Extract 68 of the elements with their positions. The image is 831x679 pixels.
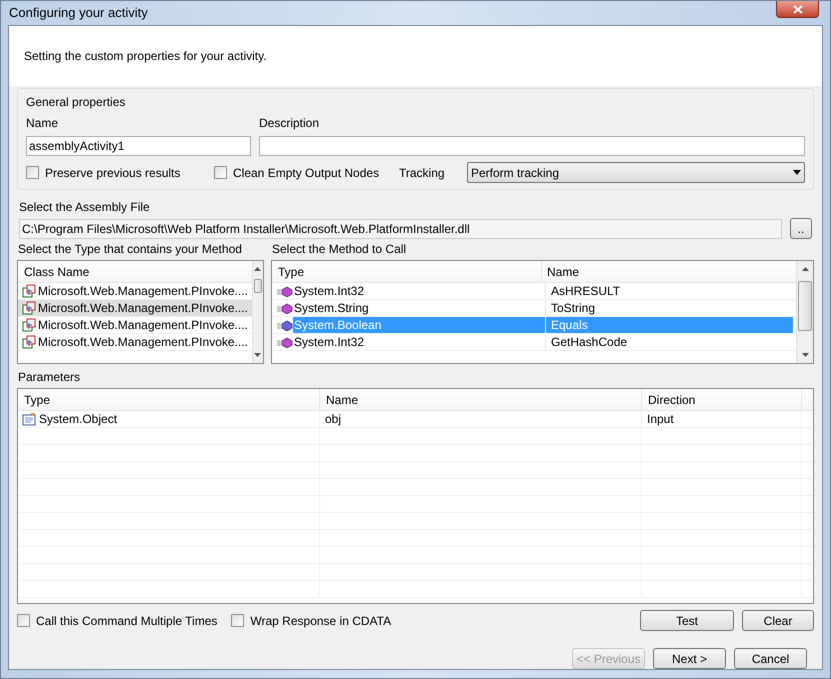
table-cell: ToString — [545, 300, 793, 316]
method-icon — [277, 320, 293, 330]
class-icon — [22, 335, 36, 349]
tracking-dropdown[interactable]: Perform tracking — [467, 162, 805, 183]
scroll-up-icon[interactable] — [802, 267, 808, 271]
field-label: Tracking — [399, 164, 446, 182]
method-row[interactable]: System.Int32 GetHashCode — [272, 334, 796, 351]
header-text: Setting the custom properties for your activity. — [24, 48, 267, 65]
dialog-button[interactable]: Cancel — [734, 648, 807, 669]
close-icon — [792, 4, 802, 14]
scroll-down-icon[interactable] — [802, 353, 808, 357]
field-label: Description — [259, 115, 320, 132]
method-icon — [277, 336, 293, 348]
scroll-thumb[interactable] — [254, 279, 262, 293]
class-icon — [22, 284, 36, 298]
column-header[interactable]: Direction — [642, 389, 802, 410]
scrollbar[interactable] — [796, 261, 813, 363]
class-row[interactable]: Microsoft.Web.Management.PInvoke.... — [18, 283, 252, 300]
class-icon — [22, 318, 36, 332]
method-row[interactable]: System.Int32 AsHRESULT — [272, 283, 796, 300]
checkbox-label: Clean Empty Output Nodes — [233, 164, 380, 182]
name-field[interactable]: assemblyActivity1 — [26, 136, 251, 156]
table-cell: AsHRESULT — [545, 283, 793, 299]
column-header[interactable]: Type — [18, 389, 320, 410]
class-row[interactable]: Microsoft.Web.Management.PInvoke.... — [18, 334, 252, 351]
section-label: Select the Type that contains your Method — [18, 241, 243, 258]
table-cell-text: System.Int32 — [293, 283, 366, 299]
section-label: Select the Assembly File — [19, 200, 150, 214]
window-title: Configuring your activity — [9, 4, 148, 22]
scroll-thumb[interactable] — [798, 281, 812, 331]
checkbox[interactable] — [17, 614, 30, 627]
class-icon — [22, 301, 36, 315]
table-cell-text: System.String — [293, 300, 370, 316]
group-title: General properties — [26, 94, 126, 111]
checkbox-label: Call this Command Multiple Times — [36, 612, 218, 630]
scroll-up-icon[interactable] — [254, 267, 262, 271]
section-label: Select the Method to Call — [272, 241, 408, 258]
table-cell-text: System.Int32 — [293, 334, 366, 350]
table-cell: System.Boolean — [293, 317, 545, 333]
parameter-icon — [22, 412, 37, 426]
checkbox[interactable] — [231, 614, 244, 627]
scroll-down-icon[interactable] — [254, 353, 262, 357]
table-cell-text: System.Object — [39, 411, 118, 428]
column-header[interactable]: Name — [320, 389, 642, 410]
checkbox[interactable] — [214, 166, 227, 179]
table-cell-text: obj — [325, 411, 342, 428]
checkbox-label: Wrap Response in CDATA — [250, 612, 392, 630]
dialog-button[interactable]: Next > — [653, 648, 726, 669]
description-field[interactable] — [259, 136, 805, 156]
section-label: Parameters — [18, 370, 80, 384]
assembly-path-field[interactable]: C:\Program Files\Microsoft\Web Platform Installer\Microsoft.Web.PlatformInstaller.dll — [19, 218, 782, 238]
method-icon — [277, 286, 293, 296]
dialog-button[interactable]: Test — [640, 610, 734, 631]
class-row[interactable]: Microsoft.Web.Management.PInvoke.... — [18, 317, 252, 334]
checkbox[interactable] — [26, 166, 39, 179]
column-header[interactable]: Type — [272, 261, 542, 282]
table-cell: Equals — [545, 317, 793, 333]
dialog-button[interactable]: Clear — [742, 610, 814, 631]
class-row[interactable]: Microsoft.Web.Management.PInvoke.... — [18, 300, 252, 317]
method-icon — [277, 302, 293, 314]
field-label: Name — [26, 115, 60, 132]
scrollbar[interactable] — [252, 261, 263, 363]
table-cell: GetHashCode — [545, 334, 793, 350]
dialog-button[interactable]: .. — [790, 218, 812, 239]
close-button[interactable] — [776, 1, 819, 18]
table-cell-text: Input — [647, 411, 674, 428]
checkbox-label: Preserve previous results — [45, 164, 180, 182]
dropdown-arrow-icon — [793, 170, 801, 175]
